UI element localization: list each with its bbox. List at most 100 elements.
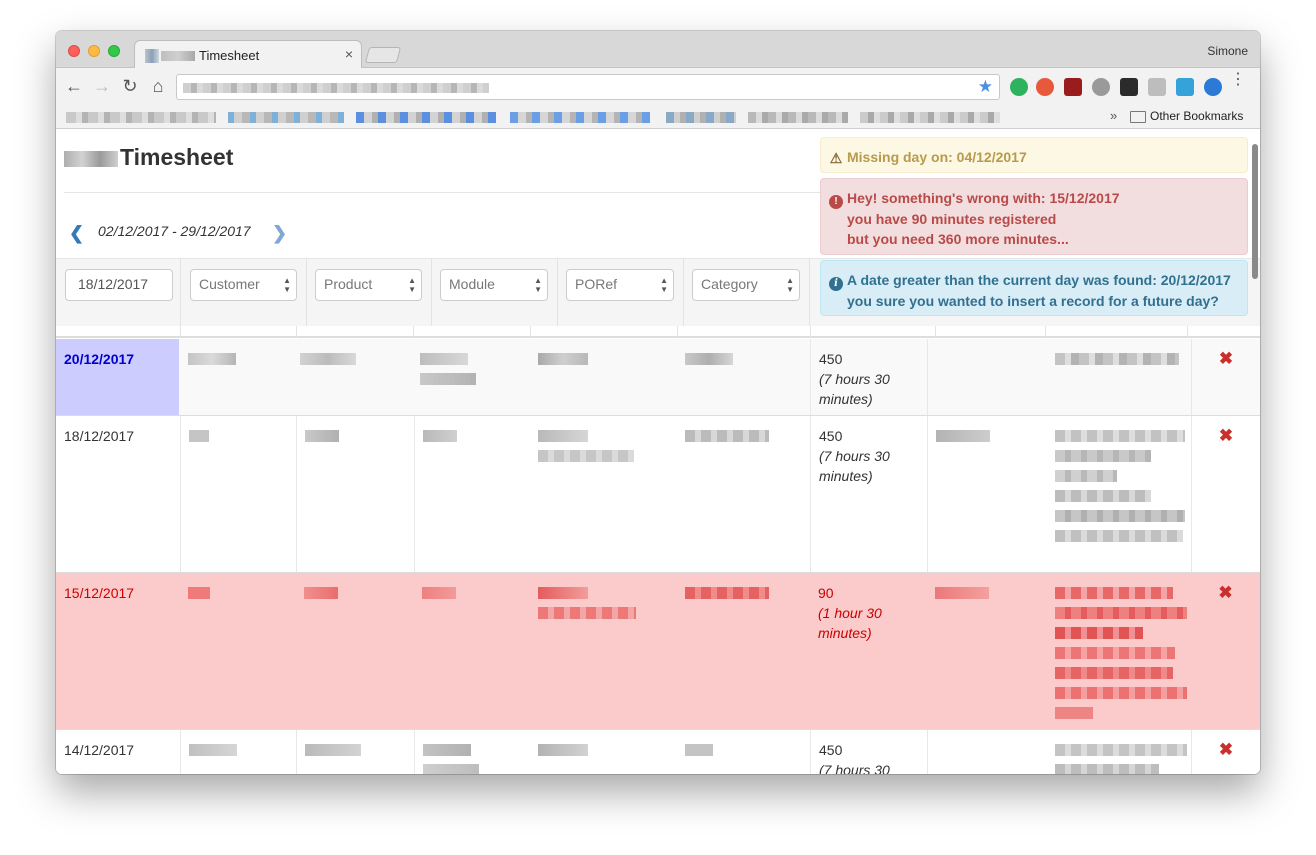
page-scrollbar[interactable] (1252, 144, 1258, 279)
browser-tab[interactable]: Timesheet × (134, 40, 362, 69)
extension-dark-icon[interactable] (1120, 78, 1138, 96)
redacted-module (414, 573, 532, 729)
new-tab-button[interactable] (364, 47, 402, 63)
category-select-label: Category (701, 276, 758, 292)
previous-range-icon[interactable]: ❮ (69, 223, 84, 244)
delete-row-icon[interactable]: ✖ (1191, 416, 1260, 572)
redacted-poref (530, 573, 677, 729)
page-title: Timesheet (64, 144, 233, 171)
browser-menu-icon[interactable]: ⋮ (1230, 72, 1246, 88)
table-row[interactable]: 20/12/2017 450 (7 hours 30 minutes) ✖ (56, 339, 1260, 416)
table-row[interactable]: 18/12/2017 450 (7 hours 30 minutes) ✖ (56, 416, 1260, 573)
minimize-window-button[interactable] (88, 45, 100, 57)
redacted-bookmark[interactable] (860, 112, 1000, 123)
redacted-url (183, 83, 489, 93)
zoom-window-button[interactable] (108, 45, 120, 57)
redacted-customer (180, 416, 296, 572)
redacted-category (677, 730, 810, 774)
column-divider (810, 326, 811, 338)
filter-cell-date: 18/12/2017 (56, 259, 181, 327)
duration-text: (7 hours 30 (819, 762, 890, 774)
bookmark-star-icon[interactable]: ★ (978, 77, 993, 97)
extension-santa-icon[interactable] (1036, 78, 1054, 96)
other-bookmarks[interactable]: Other Bookmarks (1150, 109, 1243, 123)
filter-cell-module: Module ▲ ▼ (432, 259, 558, 327)
date-range: 02/12/2017 - 29/12/2017 (98, 223, 251, 239)
warning-alert[interactable]: ⚠ Missing day on: 04/12/2017 (820, 137, 1248, 173)
row-date: 15/12/2017 (64, 585, 135, 601)
filter-cell-customer: Customer ▲ ▼ (181, 259, 307, 327)
redacted-bookmark[interactable] (356, 112, 496, 123)
extension-green-icon[interactable] (1010, 78, 1028, 96)
redacted-bookmark[interactable] (228, 112, 344, 123)
redacted-category (677, 339, 810, 415)
filter-cell-poref: PORef ▲ ▼ (558, 259, 684, 327)
redacted-poref (530, 339, 677, 415)
column-divider (296, 326, 297, 338)
select-arrows-icon: ▲ ▼ (408, 276, 416, 294)
empty-cell (927, 730, 1047, 774)
camera-icon[interactable] (1148, 78, 1166, 96)
address-bar[interactable]: ★ (176, 74, 1000, 100)
redacted-bookmark[interactable] (66, 112, 216, 123)
empty-cell (927, 339, 1047, 415)
table-row[interactable]: 15/12/2017 90 (1 hour 30 minutes) ✖ (56, 573, 1260, 730)
profile-name[interactable]: Simone (1207, 44, 1248, 58)
title-divider (64, 192, 844, 193)
column-divider (530, 326, 531, 338)
title-bar: Timesheet × Simone (56, 31, 1260, 69)
redacted-product (296, 573, 414, 729)
redacted-customer (180, 730, 296, 774)
redacted-bookmark[interactable] (510, 112, 650, 123)
row-date: 14/12/2017 (64, 742, 135, 758)
error-alert[interactable]: ! Hey! something's wrong with: 15/12/2017… (820, 178, 1248, 255)
next-range-icon[interactable]: ❯ (272, 223, 287, 244)
customer-select[interactable]: Customer ▲ ▼ (190, 269, 297, 301)
delete-row-icon[interactable]: ✖ (1191, 730, 1260, 774)
forward-icon[interactable]: → (92, 76, 112, 96)
redacted-module (412, 339, 530, 415)
tab-close-icon[interactable]: × (345, 46, 353, 62)
error-alert-line3: but you need 360 more minutes... (847, 231, 1069, 247)
filter-cell-product: Product ▲ ▼ (307, 259, 432, 327)
delete-row-icon[interactable]: ✖ (1191, 339, 1260, 415)
redacted-category (677, 416, 810, 572)
redacted-module (414, 416, 532, 572)
date-filter-input[interactable]: 18/12/2017 (65, 269, 173, 301)
redacted-customer (180, 339, 296, 415)
select-arrows-icon: ▲ ▼ (283, 276, 291, 294)
column-divider (1187, 326, 1188, 338)
back-icon[interactable]: ← (64, 76, 84, 96)
warning-alert-text: Missing day on: 04/12/2017 (847, 149, 1027, 165)
redacted-bookmark[interactable] (666, 112, 736, 123)
ublock-icon[interactable] (1064, 78, 1082, 96)
duration-text: (1 hour 30 minutes) (818, 605, 882, 641)
page-title-text: Timesheet (120, 144, 234, 170)
redacted-product (292, 339, 410, 415)
row-minutes: 450 (7 hours 30 minutes) (810, 416, 927, 572)
reload-icon[interactable]: ↻ (120, 76, 140, 96)
close-window-button[interactable] (68, 45, 80, 57)
row-date: 20/12/2017 (56, 339, 179, 415)
delete-row-icon[interactable]: ✖ (1191, 573, 1260, 729)
bookmarks-overflow-icon[interactable]: » (1110, 108, 1117, 123)
column-divider (935, 326, 936, 338)
info-icon: i (829, 277, 843, 291)
redacted-description (1047, 730, 1187, 774)
bookmarks-bar: » Other Bookmarks (56, 105, 1260, 129)
extension-blue-icon[interactable] (1204, 78, 1222, 96)
module-select[interactable]: Module ▲ ▼ (440, 269, 548, 301)
product-select[interactable]: Product ▲ ▼ (315, 269, 422, 301)
table-row[interactable]: 14/12/2017 450 (7 hours 30 ✖ (56, 730, 1260, 774)
poref-select[interactable]: PORef ▲ ▼ (566, 269, 674, 301)
error-alert-line1: Hey! something's wrong with: 15/12/2017 (847, 190, 1120, 206)
recycle-icon[interactable] (1092, 78, 1110, 96)
category-select[interactable]: Category ▲ ▼ (692, 269, 800, 301)
duration-text: (7 hours 30 minutes) (819, 448, 890, 484)
home-icon[interactable]: ⌂ (148, 76, 168, 96)
minutes-value: 450 (819, 428, 843, 444)
column-divider (413, 326, 414, 338)
info-alert[interactable]: i A date greater than the current day was… (820, 260, 1248, 316)
redacted-bookmark[interactable] (748, 112, 848, 123)
layers-icon[interactable] (1176, 78, 1194, 96)
